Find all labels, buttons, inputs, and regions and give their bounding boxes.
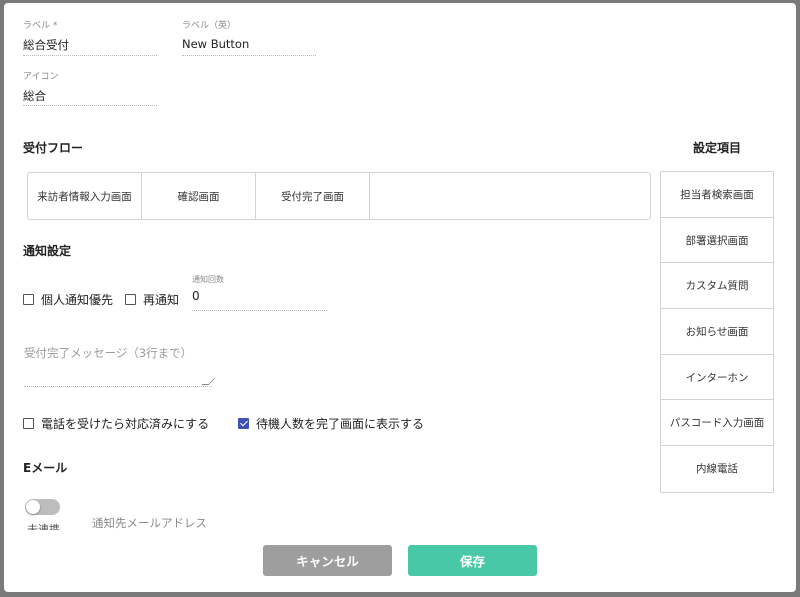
flow-title: 受付フロー: [23, 141, 84, 155]
icon-field[interactable]: アイコン 総合: [23, 69, 157, 106]
icon-field-underline: [23, 105, 157, 106]
email-title: Eメール: [23, 461, 68, 475]
label-en-field[interactable]: ラベル（英） New Button: [182, 18, 316, 56]
icon-field-label: アイコン: [23, 72, 59, 82]
icon-field-value: 総合: [23, 89, 46, 103]
settings-item-extension[interactable]: 内線電話: [661, 446, 773, 492]
personal-priority-label: 個人通知優先: [41, 293, 114, 307]
notify-count-field[interactable]: 通知回数 0: [192, 274, 327, 311]
label-field[interactable]: ラベル * 総合受付: [23, 18, 157, 56]
settings-item-passcode[interactable]: パスコード入力画面: [661, 400, 773, 447]
settings-item-custom-question[interactable]: カスタム質問: [661, 263, 773, 310]
email-toggle[interactable]: [25, 499, 60, 515]
label-field-underline: [23, 55, 157, 56]
label-field-label: ラベル *: [23, 21, 58, 31]
phone-done-checkbox[interactable]: [23, 418, 34, 429]
flow-step-confirm[interactable]: 確認画面: [142, 173, 256, 219]
notify-count-label: 通知回数: [192, 275, 224, 284]
settings-item-notice[interactable]: お知らせ画面: [661, 309, 773, 355]
renotify-checkbox[interactable]: [125, 294, 136, 305]
show-waiting-label: 待機人数を完了画面に表示する: [256, 417, 425, 431]
settings-title: 設定項目: [693, 141, 742, 155]
settings-item-department[interactable]: 部署選択画面: [661, 218, 773, 264]
renotify-label: 再通知: [143, 293, 180, 307]
renotify-option[interactable]: 再通知: [125, 291, 179, 308]
email-toggle-knob: [26, 500, 40, 514]
label-en-field-underline: [182, 55, 316, 56]
label-en-field-label: ラベル（英）: [182, 21, 237, 31]
settings-item-intercom[interactable]: インターホン: [661, 355, 773, 401]
show-waiting-checkbox[interactable]: [238, 418, 249, 429]
flow-steps: 来訪者情報入力画面 確認画面 受付完了画面: [27, 172, 651, 220]
show-waiting-option[interactable]: 待機人数を完了画面に表示する: [238, 415, 424, 432]
notify-count-value: 0: [192, 289, 200, 303]
notify-count-underline: [192, 310, 327, 311]
email-toggle-label: 未連携: [27, 523, 60, 530]
settings-list: 担当者検索画面 部署選択画面 カスタム質問 お知らせ画面 インターホン パスコー…: [660, 171, 774, 493]
email-address-placeholder[interactable]: 通知先メールアドレス: [92, 515, 207, 531]
settings-dialog: ラベル * 総合受付 ラベル（英） New Button アイコン 総合 受付フ…: [4, 3, 796, 592]
complete-message-field[interactable]: [24, 341, 216, 387]
label-field-value: 総合受付: [23, 38, 69, 52]
phone-done-option[interactable]: 電話を受けたら対応済みにする: [23, 415, 209, 432]
notification-title: 通知設定: [23, 244, 72, 258]
complete-message-textarea[interactable]: [24, 341, 212, 387]
label-en-field-value: New Button: [182, 37, 250, 51]
flow-step-complete[interactable]: 受付完了画面: [256, 173, 370, 219]
personal-priority-checkbox[interactable]: [23, 294, 34, 305]
save-button[interactable]: 保存: [408, 545, 537, 576]
cancel-button[interactable]: キャンセル: [263, 545, 392, 576]
personal-priority-option[interactable]: 個人通知優先: [23, 291, 113, 308]
settings-item-staff-search[interactable]: 担当者検索画面: [661, 172, 773, 218]
phone-done-label: 電話を受けたら対応済みにする: [41, 417, 210, 431]
flow-step-visitor-info[interactable]: 来訪者情報入力画面: [28, 173, 142, 219]
